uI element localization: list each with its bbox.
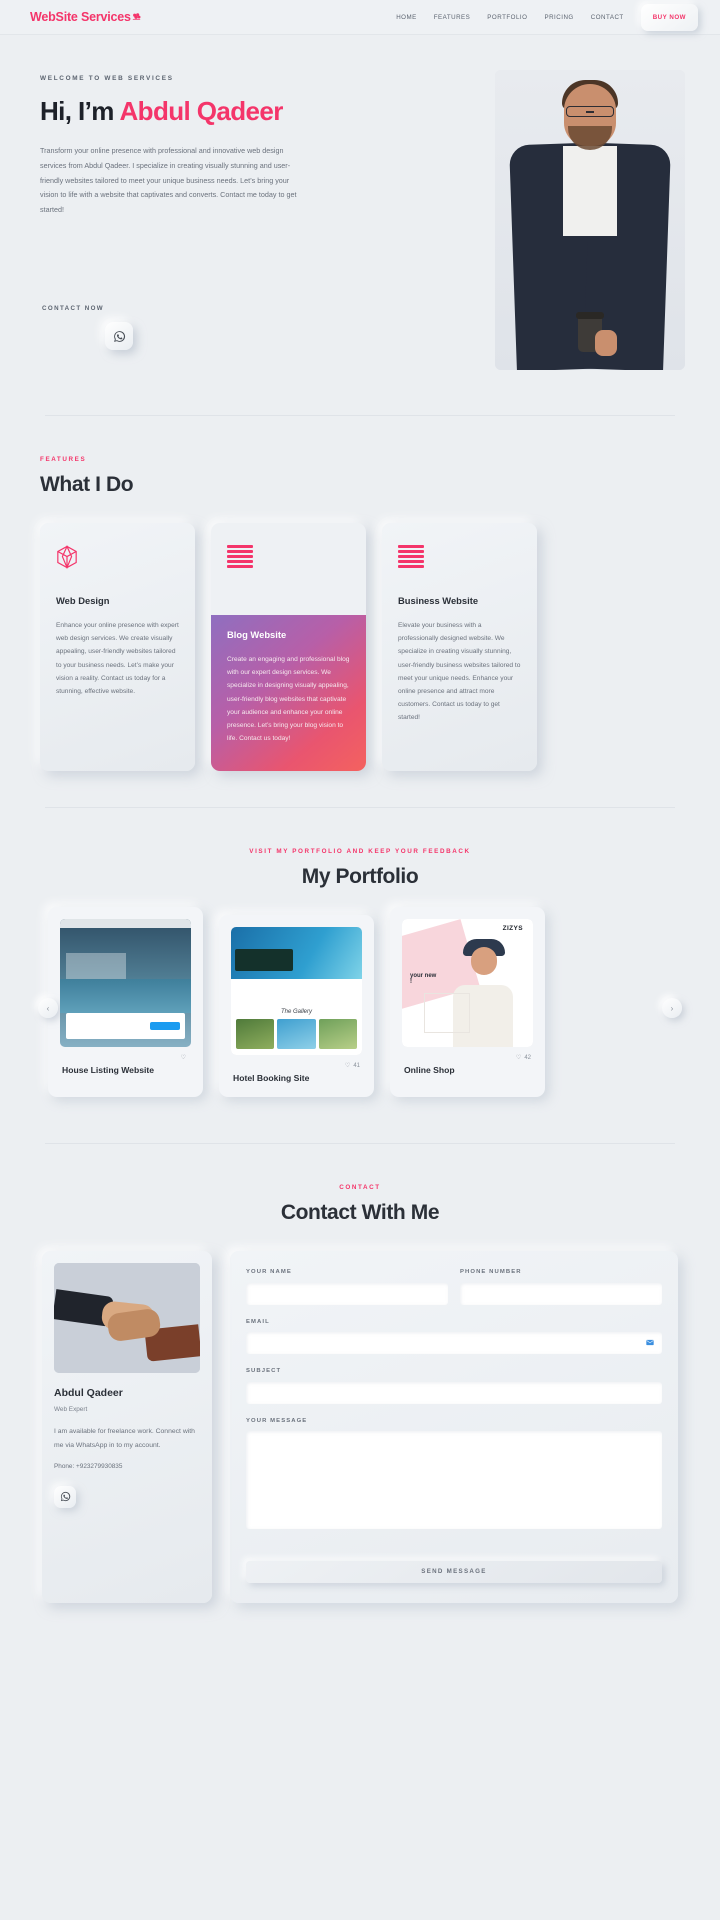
send-message-button[interactable]: SEND MESSAGE — [246, 1560, 662, 1583]
heart-icon: ♡ — [344, 1063, 351, 1070]
nav-item-pricing[interactable]: PRICING — [544, 14, 573, 21]
field-label: PHONE NUMBER — [460, 1269, 522, 1276]
menu-bars-icon — [227, 545, 350, 571]
hero-section: WELCOME TO WEB SERVICES Hi, I’m Abdul Qa… — [0, 35, 720, 415]
navbar: WebSite Services HOME FEATURES PORTFOLIO… — [0, 0, 720, 35]
hotel-booking-screenshot: The Gallery — [231, 927, 362, 1056]
portfolio-like-meta: ♡ 41 — [231, 1055, 362, 1070]
portfolio-section: VISIT MY PORTFOLIO AND KEEP YOUR FEEDBAC… — [0, 808, 720, 1098]
field-label: YOUR NAME — [246, 1269, 292, 1276]
profile-card: Abdul Qadeer Web Expert I am available f… — [42, 1251, 212, 1603]
field-phone-number: PHONE NUMBER — [460, 1269, 662, 1305]
subject-input[interactable] — [246, 1381, 662, 1404]
field-label: YOUR MESSAGE — [246, 1417, 308, 1424]
portfolio-like-count: 42 — [524, 1054, 531, 1061]
portfolio-item-hotel-booking[interactable]: The Gallery ♡ 41 Hotel Booking Site — [219, 915, 374, 1098]
flower-icon — [131, 12, 142, 23]
hero-paragraph: Transform your online presence with prof… — [40, 146, 297, 215]
contact-title: Contact With Me — [280, 1201, 440, 1225]
profile-phone: Phone: +923279930835 — [54, 1462, 123, 1470]
portfolio-like-meta: ♡ — [60, 1047, 191, 1061]
house-listing-screenshot — [60, 919, 191, 1048]
profile-role: Web Expert — [54, 1406, 88, 1414]
profile-name: Abdul Qadeer — [54, 1387, 123, 1400]
feature-card-copy: Create an engaging and professional blog… — [227, 656, 350, 743]
field-your-message: YOUR MESSAGE — [246, 1418, 662, 1534]
nav-item-home[interactable]: HOME — [396, 14, 417, 21]
field-your-name: YOUR NAME — [246, 1269, 448, 1305]
heart-icon: ♡ — [515, 1055, 522, 1062]
whatsapp-icon — [60, 1492, 70, 1502]
mail-icon — [646, 1339, 654, 1348]
portfolio-item-online-shop[interactable]: ZIZYS your new! ♡ 42 Online Shop — [390, 907, 545, 1098]
contact-now-label: CONTACT NOW — [42, 305, 105, 312]
landing-page: WebSite Services HOME FEATURES PORTFOLIO… — [0, 0, 720, 1920]
feature-card-blog-website[interactable]: Blog Website Create an engaging and prof… — [211, 523, 366, 772]
contact-content: Abdul Qadeer Web Expert I am available f… — [42, 1251, 678, 1603]
phone-input[interactable] — [460, 1282, 662, 1305]
portfolio-title: My Portfolio — [301, 865, 419, 889]
site-logo[interactable]: WebSite Services — [30, 10, 142, 24]
portfolio-item-house-listing[interactable]: ♡ House Listing Website — [48, 907, 203, 1098]
contact-form: YOUR NAME PHONE NUMBER EMAIL SUBJECT YOU… — [230, 1251, 678, 1603]
feature-card-copy: Enhance your online presence with expert… — [56, 622, 179, 695]
whatsapp-icon — [113, 330, 125, 342]
email-input[interactable] — [246, 1332, 662, 1355]
buy-now-button[interactable]: BUY NOW — [640, 3, 698, 31]
menu-bars-icon — [398, 545, 521, 571]
portfolio-eyebrow: VISIT MY PORTFOLIO AND KEEP YOUR FEEDBAC… — [249, 848, 471, 856]
feature-card-title: Web Design — [56, 595, 110, 606]
features-title: What I Do — [40, 473, 134, 496]
message-textarea[interactable] — [246, 1430, 662, 1529]
nav-item-contact[interactable]: CONTACT — [591, 14, 624, 21]
profile-description: I am available for freelance work. Conne… — [54, 1428, 195, 1449]
portfolio-like-count: 41 — [353, 1062, 360, 1069]
handshake-photo — [54, 1263, 200, 1374]
portfolio-item-title: Online Shop — [404, 1065, 455, 1076]
field-label: SUBJECT — [246, 1368, 282, 1375]
nav-links: HOME FEATURES PORTFOLIO PRICING CONTACT … — [396, 3, 698, 31]
contact-section: CONTACT Contact With Me Abdul Qadeer Web… — [0, 1144, 720, 1603]
nav-item-portfolio[interactable]: PORTFOLIO — [487, 14, 527, 21]
online-shop-screenshot: ZIZYS your new! — [402, 919, 533, 1048]
features-eyebrow: FEATURES — [40, 456, 87, 463]
field-label: EMAIL — [246, 1318, 270, 1325]
hero-whatsapp-button[interactable] — [105, 322, 133, 350]
nav-item-features[interactable]: FEATURES — [434, 14, 471, 21]
hero-title-accent: Abdul Qadeer — [119, 96, 283, 126]
portfolio-like-meta: ♡ 42 — [402, 1047, 533, 1062]
logo-text: WebSite Services — [30, 10, 131, 24]
feature-card-title: Blog Website — [227, 629, 287, 640]
hero-portrait-image — [495, 70, 685, 370]
name-input[interactable] — [246, 1282, 448, 1305]
portfolio-cards: ♡ House Listing Website The Gallery ♡ 41… — [0, 907, 720, 1098]
cube-outline-icon — [56, 545, 179, 571]
field-subject: SUBJECT — [246, 1368, 662, 1404]
feature-card-web-design[interactable]: Web Design Enhance your online presence … — [40, 523, 195, 772]
feature-card-title: Business Website — [398, 595, 479, 606]
portfolio-item-title: Hotel Booking Site — [233, 1073, 310, 1084]
profile-whatsapp-button[interactable] — [54, 1485, 76, 1508]
feature-cards: Web Design Enhance your online presence … — [40, 523, 680, 772]
portfolio-item-title: House Listing Website — [62, 1065, 154, 1076]
heart-icon: ♡ — [180, 1055, 186, 1062]
field-email: EMAIL — [246, 1319, 662, 1355]
feature-card-copy: Elevate your business with a professiona… — [398, 622, 521, 722]
feature-card-business-website[interactable]: Business Website Elevate your business w… — [382, 523, 537, 772]
hero-title-prefix: Hi, I’m — [40, 96, 120, 126]
features-section: FEATURES What I Do Web Design Enhance yo… — [0, 416, 720, 772]
contact-eyebrow: CONTACT — [339, 1184, 381, 1192]
